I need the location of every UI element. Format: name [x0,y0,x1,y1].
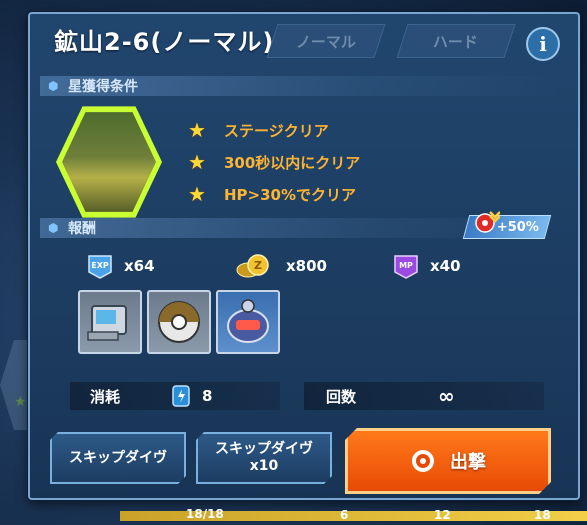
mp-badge-icon: MP [394,255,418,279]
sortie-label: 出撃 [450,452,486,473]
exp-badge-icon: EXP [88,255,112,279]
skip-dive-button[interactable]: スキップダイヴ [50,432,186,484]
svg-text:MP: MP [399,261,413,270]
hexagon-bullet-icon: ⬢ [48,221,59,235]
star-conditions-label: 星獲得条件 [68,79,138,95]
progress-milestone: 18 [534,508,551,522]
reward-mp-amount: x40 [430,257,461,275]
stage-title: 鉱山2-6(ノーマル) [54,28,275,56]
cost-bar: 消耗 8 [70,382,280,410]
reward-bonus-text: +50% [496,219,539,235]
star-icon: ★ [188,182,206,206]
condition-row: ★ 300秒以内にクリア [188,150,360,174]
cost-value: 8 [202,387,213,405]
condition-row: ★ HP>30%でクリア [188,182,356,206]
star-icon: ★ [188,118,206,142]
reward-coin-amount: x800 [286,257,327,275]
reward-item-robot[interactable] [216,290,280,354]
skip-dive-x10-count: x10 [249,458,279,474]
condition-text: 300秒以内にクリア [224,153,361,172]
reward-item-orb[interactable] [147,290,211,354]
svg-text:Z: Z [254,259,262,272]
star-progress-bar: 18/18 6 12 18 [0,503,587,525]
coin-icon: Z [236,254,269,278]
attempts-bar: 回数 ∞ [304,382,544,410]
condition-text: HP>30%でクリア [224,185,357,204]
tab-hard[interactable]: ハード [396,24,516,58]
bonus-capsule-icon [475,211,500,233]
reward-coin: Z x800 [234,252,327,280]
skip-dive-label: スキップダイヴ [69,449,167,466]
star-conditions-header: ⬢ 星獲得条件 [40,76,560,96]
energy-can-icon [172,385,190,407]
attempts-label: 回数 [326,387,357,406]
progress-count: 18/18 [186,507,224,521]
progress-milestone: 6 [340,508,349,522]
progress-milestone: 12 [434,508,451,522]
target-icon [410,448,436,474]
sortie-button[interactable]: 出撃 [345,428,551,494]
svg-text:EXP: EXP [91,261,109,270]
condition-row: ★ ステージクリア [188,118,329,142]
reward-exp-amount: x64 [124,257,155,275]
info-icon: i [539,32,547,56]
condition-text: ステージクリア [224,121,329,140]
reward-mp: MP x40 [392,252,461,280]
robot-head-icon [227,299,269,343]
cost-label: 消耗 [90,387,121,406]
tab-normal[interactable]: ノーマル [266,24,386,58]
attempts-value: ∞ [438,384,455,408]
reward-exp: EXP x64 [86,252,155,280]
tab-normal-label: ノーマル [295,32,356,51]
skip-dive-x10-button[interactable]: スキップダイヴ x10 [196,432,332,484]
rewards-label: 報酬 [68,221,96,237]
hexagon-bullet-icon: ⬢ [48,79,59,93]
star-icon: ★ [188,150,206,174]
skip-dive-x10-label: スキップダイヴ [215,441,313,457]
reward-item-chip[interactable] [78,290,142,354]
info-button[interactable]: i [526,27,560,61]
tab-hard-label: ハード [433,32,479,51]
orb-icon [158,301,200,343]
chip-device-icon [87,305,127,341]
